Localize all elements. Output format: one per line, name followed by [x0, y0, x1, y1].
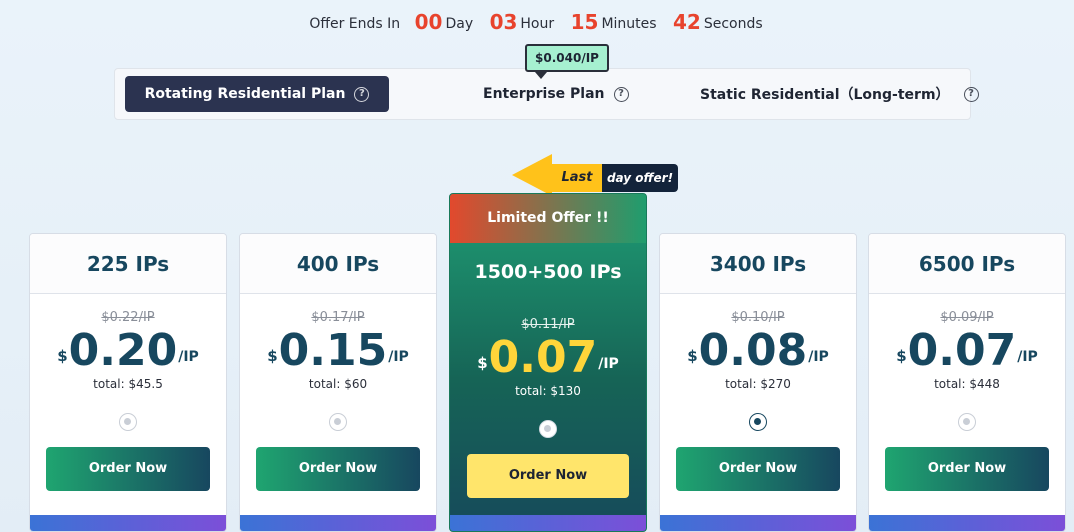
plan-card-1500-500[interactable]: Limited Offer !! 1500+500 IPs $0.11/IP $…	[449, 193, 647, 532]
plan-old-price: $0.09/IP	[940, 310, 994, 325]
countdown-seconds-label: Seconds	[703, 16, 763, 32]
countdown-prefix: Offer Ends In	[309, 16, 401, 32]
plan-total: total: $448	[934, 377, 1000, 391]
plan-total: total: $60	[308, 377, 368, 391]
arrow-left-icon	[512, 154, 552, 196]
tab-enterprise[interactable]: Enterprise Plan ?	[483, 76, 629, 112]
tab-label: Rotating Residential Plan	[144, 86, 346, 102]
plan-card-225[interactable]: 225 IPs $0.22/IP $ 0.20 /IP total: $45.5…	[29, 233, 227, 532]
countdown-hours-label: Hour	[520, 16, 555, 32]
plan-card-3400[interactable]: 3400 IPs $0.10/IP $ 0.08 /IP total: $270…	[659, 233, 857, 532]
order-now-button[interactable]: Order Now	[467, 454, 629, 498]
plan-total: total: $130	[515, 384, 581, 398]
price-unit: /IP	[178, 349, 199, 365]
plan-title: 6500 IPs	[869, 234, 1065, 294]
plan-radio[interactable]	[119, 413, 137, 431]
price-unit: /IP	[1017, 349, 1038, 365]
currency-symbol: $	[267, 347, 278, 365]
offer-countdown: Offer Ends In 00 Day 03 Hour 15 Minutes 42 S…	[0, 10, 1074, 34]
plan-radio[interactable]	[749, 413, 767, 431]
tab-label: Static Residential（Long-term）	[700, 87, 950, 103]
tab-static-residential[interactable]: Static Residential（Long-term） ?	[700, 76, 979, 112]
plan-title: 400 IPs	[240, 234, 436, 294]
plan-title: 3400 IPs	[660, 234, 856, 294]
order-now-button[interactable]: Order Now	[256, 447, 420, 491]
help-icon[interactable]: ?	[963, 86, 979, 102]
order-now-button[interactable]: Order Now	[46, 447, 210, 491]
plan-old-price: $0.17/IP	[311, 310, 365, 325]
card-bottom-stripe	[30, 515, 226, 531]
plan-radio[interactable]	[539, 420, 557, 438]
plan-title: 1500+500 IPs	[474, 261, 622, 283]
plan-price: $ 0.15 /IP	[240, 327, 436, 375]
countdown-minutes-label: Minutes	[601, 16, 657, 32]
currency-symbol: $	[477, 354, 488, 372]
plan-price: $ 0.08 /IP	[660, 327, 856, 375]
help-icon[interactable]: ?	[354, 86, 370, 102]
plan-old-price: $0.10/IP	[731, 310, 785, 325]
countdown-hours: 03	[489, 10, 518, 34]
tab-rotating-residential[interactable]: Rotating Residential Plan ?	[125, 76, 389, 112]
order-now-button[interactable]: Order Now	[676, 447, 840, 491]
plan-card-6500[interactable]: 6500 IPs $0.09/IP $ 0.07 /IP total: $448…	[868, 233, 1066, 532]
countdown-days-label: Day	[445, 16, 474, 32]
price-value: 0.20	[68, 325, 178, 376]
plan-title: 225 IPs	[30, 234, 226, 294]
plan-total: total: $45.5	[93, 377, 163, 391]
last-day-offer-ribbon: Last day offer!	[512, 154, 678, 196]
card-bottom-stripe	[869, 515, 1065, 531]
price-unit: /IP	[598, 356, 619, 372]
plan-radio[interactable]	[958, 413, 976, 431]
countdown-seconds: 42	[673, 10, 701, 34]
plan-price: $ 0.20 /IP	[30, 327, 226, 375]
price-unit: /IP	[808, 349, 829, 365]
plan-old-price: $0.22/IP	[101, 310, 155, 325]
countdown-minutes: 15	[570, 10, 599, 34]
limited-offer-badge: Limited Offer !!	[450, 194, 646, 243]
price-value: 0.15	[278, 325, 388, 376]
plan-price: $ 0.07 /IP	[450, 334, 646, 382]
plan-radio[interactable]	[329, 413, 347, 431]
price-value: 0.07	[907, 325, 1017, 376]
ribbon-day-offer: day offer!	[602, 164, 678, 192]
card-bottom-stripe	[450, 515, 646, 531]
price-value: 0.08	[698, 325, 808, 376]
tab-label: Enterprise Plan	[483, 86, 605, 102]
card-bottom-stripe	[240, 515, 436, 531]
price-unit: /IP	[388, 349, 409, 365]
help-icon[interactable]: ?	[613, 86, 629, 102]
plan-old-price: $0.11/IP	[521, 317, 575, 332]
plan-total: total: $270	[725, 377, 791, 391]
plan-price: $ 0.07 /IP	[869, 327, 1065, 375]
ribbon-last: Last	[552, 164, 602, 192]
currency-symbol: $	[896, 347, 907, 365]
currency-symbol: $	[687, 347, 698, 365]
order-now-button[interactable]: Order Now	[885, 447, 1049, 491]
countdown-days: 00	[414, 10, 443, 34]
enterprise-price-tag: $0.040/IP	[525, 44, 609, 79]
card-bottom-stripe	[660, 515, 856, 531]
plan-card-400[interactable]: 400 IPs $0.17/IP $ 0.15 /IP total: $60 O…	[239, 233, 437, 532]
price-value: 0.07	[488, 332, 598, 383]
currency-symbol: $	[57, 347, 68, 365]
